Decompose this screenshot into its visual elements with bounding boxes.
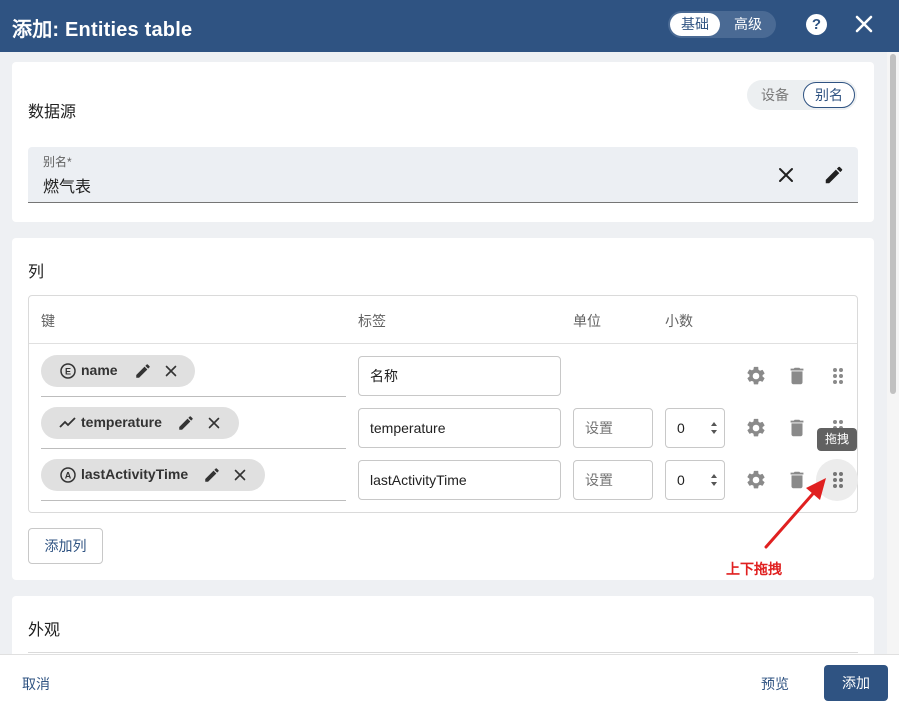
decimals-input[interactable]: 0 <box>665 408 725 448</box>
decimals-value: 0 <box>677 420 685 436</box>
appearance-card: 外观 <box>12 596 874 654</box>
decimals-value: 0 <box>677 472 685 488</box>
delete-icon[interactable] <box>786 365 808 387</box>
edit-icon[interactable] <box>823 164 845 186</box>
header-label: 标签 <box>358 313 386 329</box>
scrollbar-thumb[interactable] <box>890 54 896 394</box>
unit-input[interactable]: 设置 <box>573 460 653 500</box>
attribute-icon: A <box>60 467 76 483</box>
key-chip-label: name <box>81 362 118 378</box>
dialog-header: 添加: Entities table 基础 高级 ? <box>0 0 899 52</box>
timeseries-icon <box>59 417 76 428</box>
edit-icon[interactable] <box>134 362 152 380</box>
add-column-button[interactable]: 添加列 <box>28 528 103 564</box>
key-chip[interactable]: A lastActivityTime <box>41 459 265 491</box>
alias-field[interactable]: 别名* 燃气表 <box>28 147 858 203</box>
help-icon[interactable]: ? <box>806 14 827 35</box>
alias-field-value[interactable]: 燃气表 <box>43 173 91 197</box>
spinner-icon[interactable] <box>710 472 718 488</box>
mode-toggle[interactable]: 基础 高级 <box>668 11 776 38</box>
spinner-icon[interactable] <box>710 420 718 436</box>
entity-field-icon: E <box>60 363 76 379</box>
columns-card: 列 键 标签 单位 小数 E name 名称 temperature tempe… <box>12 238 874 580</box>
drag-handle-icon[interactable] <box>827 365 849 387</box>
close-icon[interactable] <box>852 12 876 36</box>
settings-icon[interactable] <box>745 417 767 439</box>
header-key: 键 <box>41 313 55 329</box>
header-unit: 单位 <box>573 313 601 329</box>
table-row: temperature temperature 设置 0 <box>29 396 857 449</box>
remove-icon[interactable] <box>163 363 179 379</box>
header-decimals: 小数 <box>665 313 693 329</box>
key-chip-label: temperature <box>81 414 162 430</box>
key-chip[interactable]: E name <box>41 355 195 387</box>
appearance-divider <box>28 652 858 653</box>
svg-text:A: A <box>65 471 72 481</box>
alias-field-label: 别名* <box>43 155 72 169</box>
annotation-text: 上下拖拽 <box>726 561 782 577</box>
datasource-title: 数据源 <box>28 104 77 121</box>
settings-icon[interactable] <box>745 365 767 387</box>
datasource-device-option[interactable]: 设备 <box>751 82 799 108</box>
svg-text:E: E <box>65 367 71 377</box>
delete-icon[interactable] <box>786 417 808 439</box>
clear-icon[interactable] <box>776 165 796 185</box>
columns-title: 列 <box>28 264 45 281</box>
dialog-footer: 取消 预览 添加 <box>0 654 899 706</box>
columns-table: 键 标签 单位 小数 E name 名称 temperature tempera… <box>28 295 858 513</box>
scrollbar[interactable] <box>887 52 899 654</box>
key-chip[interactable]: temperature <box>41 407 239 439</box>
cancel-button[interactable]: 取消 <box>22 674 50 694</box>
drag-tooltip: 拖拽 <box>817 428 857 451</box>
table-row: A lastActivityTime lastActivityTime 设置 0 <box>29 448 858 501</box>
appearance-title: 外观 <box>28 622 61 639</box>
label-input[interactable]: 名称 <box>358 356 561 396</box>
edit-icon[interactable] <box>177 414 195 432</box>
remove-icon[interactable] <box>206 415 222 431</box>
dialog-title: 添加: Entities table <box>12 19 193 41</box>
mode-basic-option[interactable]: 基础 <box>670 13 720 36</box>
remove-icon[interactable] <box>232 467 248 483</box>
decimals-input[interactable]: 0 <box>665 460 725 500</box>
key-field-underline <box>41 500 346 501</box>
annotation-arrow-icon <box>764 478 826 549</box>
datasource-alias-option[interactable]: 别名 <box>803 82 855 108</box>
key-chip-label: lastActivityTime <box>81 466 189 482</box>
edit-icon[interactable] <box>203 466 221 484</box>
mode-advanced-option[interactable]: 高级 <box>724 13 772 36</box>
label-input[interactable]: temperature <box>358 408 561 448</box>
datasource-card: 数据源 设备 别名 别名* 燃气表 <box>12 62 874 222</box>
table-row: E name 名称 <box>29 344 857 397</box>
label-input[interactable]: lastActivityTime <box>358 460 561 500</box>
unit-input[interactable]: 设置 <box>573 408 653 448</box>
preview-button[interactable]: 预览 <box>761 674 789 694</box>
datasource-type-toggle[interactable]: 设备 别名 <box>747 80 857 110</box>
add-button[interactable]: 添加 <box>824 665 888 701</box>
